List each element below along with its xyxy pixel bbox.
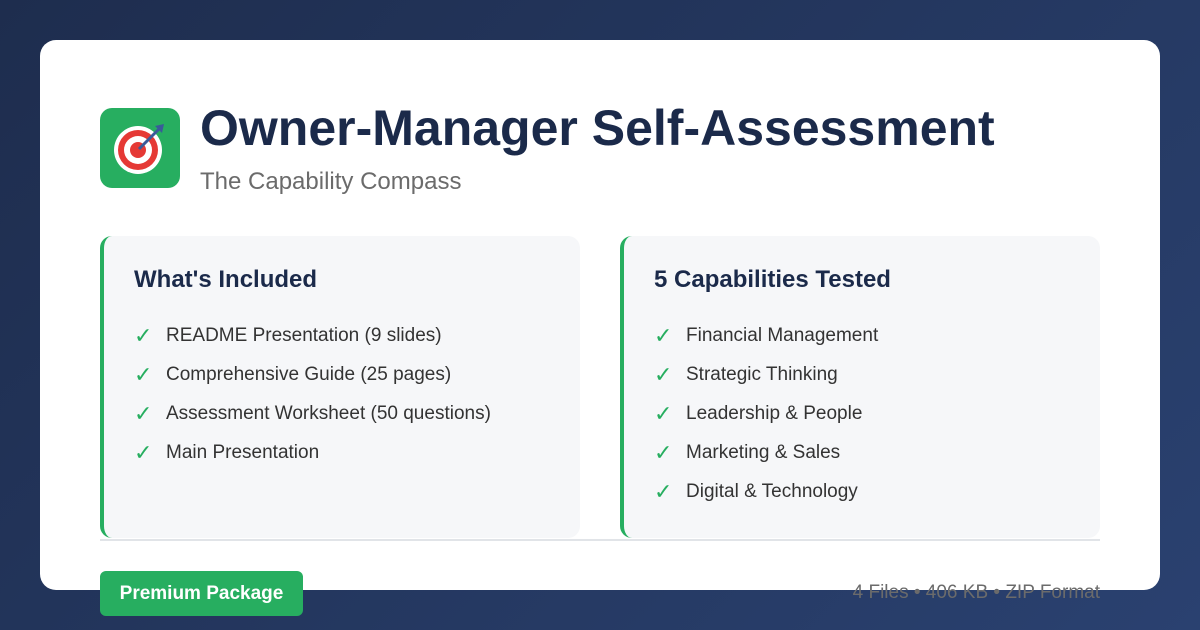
list-item: ✓ README Presentation (9 slides) bbox=[134, 316, 491, 355]
check-icon: ✓ bbox=[654, 439, 673, 465]
list-item-label: README Presentation (9 slides) bbox=[166, 324, 442, 346]
list-item-label: Strategic Thinking bbox=[686, 363, 838, 385]
page-subtitle: The Capability Compass bbox=[200, 168, 462, 195]
list-item-label: Leadership & People bbox=[686, 402, 863, 424]
capabilities-title: 5 Capabilities Tested bbox=[654, 266, 891, 293]
package-meta: 4 Files • 406 KB • ZIP Format bbox=[852, 582, 1100, 603]
check-icon: ✓ bbox=[134, 361, 153, 387]
list-item: ✓ Assessment Worksheet (50 questions) bbox=[134, 394, 491, 433]
check-icon: ✓ bbox=[134, 400, 153, 426]
check-icon: ✓ bbox=[654, 400, 673, 426]
list-item-label: Comprehensive Guide (25 pages) bbox=[166, 363, 452, 385]
list-item-label: Main Presentation bbox=[166, 441, 320, 463]
check-icon: ✓ bbox=[134, 439, 153, 465]
list-item-label: Digital & Technology bbox=[686, 480, 858, 502]
capabilities-panel: 5 Capabilities Tested ✓ Financial Manage… bbox=[620, 236, 1100, 538]
list-item: ✓ Main Presentation bbox=[134, 433, 491, 472]
included-list: ✓ README Presentation (9 slides) ✓ Compr… bbox=[134, 316, 491, 472]
check-icon: ✓ bbox=[134, 322, 153, 348]
check-icon: ✓ bbox=[654, 478, 673, 504]
list-item: ✓ Comprehensive Guide (25 pages) bbox=[134, 355, 491, 394]
list-item-label: Assessment Worksheet (50 questions) bbox=[166, 402, 491, 424]
list-item-label: Marketing & Sales bbox=[686, 441, 841, 463]
premium-package-button[interactable]: Premium Package bbox=[100, 571, 303, 616]
list-item: ✓ Leadership & People bbox=[654, 394, 878, 433]
list-item: ✓ Marketing & Sales bbox=[654, 433, 878, 472]
list-item: ✓ Strategic Thinking bbox=[654, 355, 878, 394]
included-panel: What's Included ✓ README Presentation (9… bbox=[100, 236, 580, 538]
capabilities-list: ✓ Financial Management ✓ Strategic Think… bbox=[654, 316, 878, 511]
logo-badge bbox=[100, 108, 180, 188]
footer-divider bbox=[100, 539, 1100, 541]
page-title: Owner-Manager Self-Assessment bbox=[200, 100, 995, 156]
check-icon: ✓ bbox=[654, 361, 673, 387]
check-icon: ✓ bbox=[654, 322, 673, 348]
list-item: ✓ Digital & Technology bbox=[654, 472, 878, 511]
target-dart-icon bbox=[114, 124, 164, 174]
included-title: What's Included bbox=[134, 266, 318, 293]
list-item: ✓ Financial Management bbox=[654, 316, 878, 355]
list-item-label: Financial Management bbox=[686, 324, 879, 346]
